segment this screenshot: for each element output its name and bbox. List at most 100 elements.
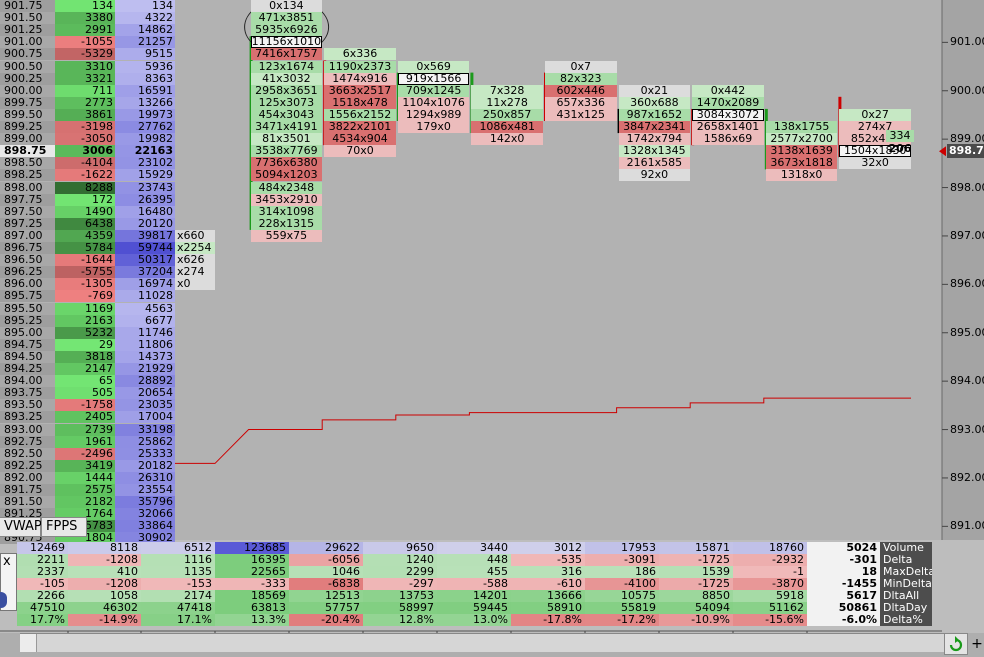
stats-cell: 2174 (141, 590, 215, 602)
footprint-cell: x660 (175, 229, 215, 242)
stats-cell: 1135 (141, 566, 215, 578)
price-axis-bg (942, 0, 984, 540)
ladder-price: 900.00 (0, 84, 55, 97)
vwap-button[interactable]: VWAP (0, 517, 42, 537)
ladder-volume: 23554 (115, 484, 175, 496)
stats-row-label: DltaAll (880, 590, 932, 602)
stats-cell: 8850 (659, 590, 733, 602)
stats-cell: 2299 (363, 566, 437, 578)
price-axis-label: 895.00 (950, 325, 984, 339)
stats-row-label: DltaDay (880, 602, 932, 614)
close-icon[interactable]: x (3, 555, 11, 569)
footprint-cell: 471x3851 (250, 12, 323, 25)
footprint-cell: 1294x989 (397, 108, 470, 121)
ladder-price: 896.75 (0, 242, 55, 254)
stats-cell: -6.0% (807, 614, 880, 626)
footprint-cell: 7x328 (471, 84, 543, 97)
ladder-volume: 59744 (115, 242, 175, 254)
stats-cell: 3012 (511, 542, 585, 554)
footprint-chart[interactable]: 901.75 134 134 901.50 3380 4322 901.25 2991 1486… (0, 0, 984, 657)
footprint-cell: 314x1098 (250, 205, 323, 218)
ladder-delta: 2182 (55, 496, 115, 509)
price-axis-label: 897.00 (950, 228, 984, 242)
stats-cell: -1208 (68, 578, 141, 590)
ladder-volume: 25862 (115, 435, 175, 448)
ladder-price: 892.75 (0, 435, 55, 448)
stats-cell: 13.0% (437, 614, 511, 626)
ladder-delta: -1758 (55, 399, 115, 412)
stats-cell: 47510 (17, 602, 68, 614)
ladder-price: 895.50 (0, 302, 55, 315)
ladder-delta: -1305 (55, 278, 115, 291)
footprint-cell: 709x1245 (397, 84, 470, 97)
footprint-cell: 125x3073 (250, 96, 323, 109)
ladder-delta: 2405 (55, 411, 115, 424)
footprint-cell: 32x0 (839, 157, 911, 170)
fpps-button[interactable]: FPPS (41, 517, 87, 537)
stats-cell: 17.7% (17, 614, 68, 626)
ladder-delta: 2147 (55, 363, 115, 375)
stats-cell: 455 (437, 566, 511, 578)
ladder-price: 893.00 (0, 423, 55, 436)
footprint-cell: 250x857 (471, 108, 543, 121)
stats-cell: 5024 (807, 542, 880, 554)
ladder-price: 892.50 (0, 447, 55, 460)
ladder-price: 900.25 (0, 72, 55, 85)
footprint-cell: 82x323 (545, 72, 617, 85)
ladder-volume: 25333 (115, 447, 175, 460)
stats-cell: 58997 (363, 602, 437, 614)
ladder-volume: 50317 (115, 254, 175, 267)
stats-cell: 1240 (363, 554, 437, 566)
stats-cell: 3440 (437, 542, 511, 554)
footprint-cell: 1318x0 (765, 169, 838, 182)
ladder-volume: 33198 (115, 423, 175, 436)
stats-cell: 16395 (215, 554, 289, 566)
ladder-volume: 33864 (115, 520, 175, 533)
horizontal-scrollbar[interactable] (20, 633, 944, 652)
ladder-delta: -5755 (55, 266, 115, 279)
stats-cell: -1725 (659, 578, 733, 590)
ladder-delta: 5232 (55, 326, 115, 339)
footprint-cell: 123x1674 (250, 60, 323, 73)
ladder-delta: -1622 (55, 169, 115, 182)
ladder-volume: 27762 (115, 121, 175, 133)
ladder-delta: 2163 (55, 314, 115, 327)
stats-cell: -1455 (807, 578, 880, 590)
stats-cell: 14201 (437, 590, 511, 602)
ladder-delta: 8288 (55, 181, 115, 194)
ladder-delta: 65 (55, 375, 115, 388)
stats-cell: 12.8% (363, 614, 437, 626)
stats-cell: 29622 (289, 542, 363, 554)
price-axis-label: 898.00 (950, 180, 984, 194)
ladder-volume: 13266 (115, 96, 175, 109)
footprint-cell: 3847x2341 (618, 121, 691, 133)
ladder-volume: 20120 (115, 217, 175, 230)
refresh-button[interactable] (944, 633, 968, 655)
stats-cell: -17.2% (585, 614, 659, 626)
stats-cell: -10.9% (659, 614, 733, 626)
stats-cell: -6056 (289, 554, 363, 566)
ladder-volume: 15929 (115, 169, 175, 182)
ladder-price: 895.75 (0, 290, 55, 303)
ladder-price: 893.50 (0, 399, 55, 412)
stats-cell: 316 (511, 566, 585, 578)
footprint-cell: 1586x69 (692, 133, 764, 146)
ladder-volume: 21929 (115, 363, 175, 375)
ladder-delta: 1490 (55, 205, 115, 218)
stats-cell: 2337 (17, 566, 68, 578)
ladder-volume: 26395 (115, 193, 175, 206)
footprint-cell: 3453x2910 (250, 193, 323, 206)
ladder-price: 900.75 (0, 48, 55, 61)
ladder-delta: 172 (55, 193, 115, 206)
stats-cell: -6838 (289, 578, 363, 590)
scrollbar-thumb[interactable] (20, 634, 37, 652)
ladder-delta: -769 (55, 290, 115, 303)
footprint-cell: 657x336 (545, 96, 617, 109)
stats-cell: 47418 (141, 602, 215, 614)
ladder-volume: 35796 (115, 496, 175, 509)
ladder-volume: 23102 (115, 157, 175, 170)
add-button[interactable]: + (970, 635, 984, 653)
stats-cell: -3091 (585, 554, 659, 566)
ladder-delta: 3818 (55, 350, 115, 363)
stats-cell: 12513 (289, 590, 363, 602)
